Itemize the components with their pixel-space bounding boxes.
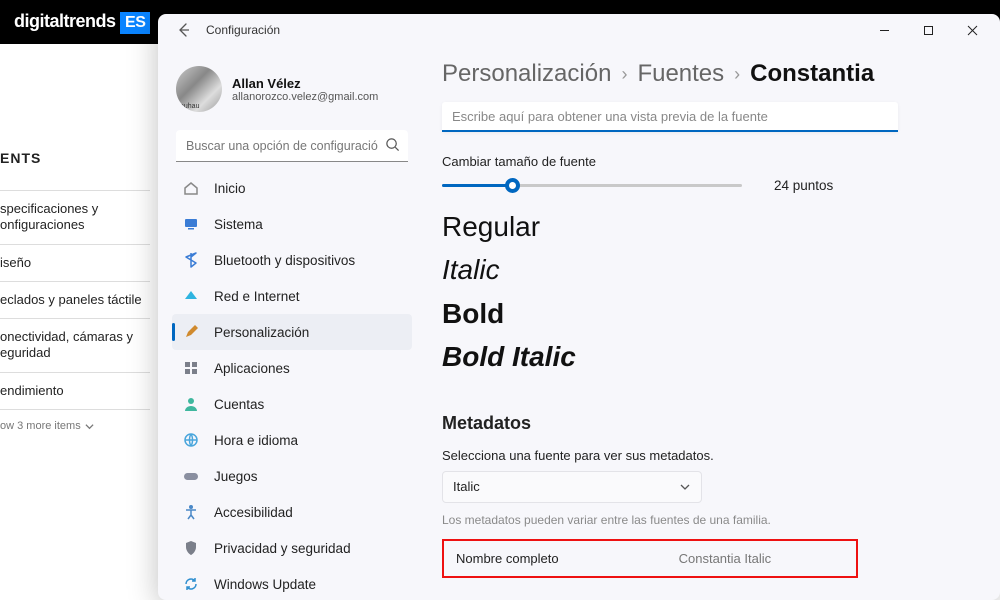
home-icon bbox=[182, 179, 200, 197]
sidebar-item-label: Red e Internet bbox=[214, 289, 300, 304]
sample-bold-italic: Bold Italic bbox=[442, 335, 974, 378]
breadcrumb-current: Constantia bbox=[750, 60, 874, 88]
font-size-label: Cambiar tamaño de fuente bbox=[442, 154, 974, 169]
font-preview-input[interactable] bbox=[442, 102, 898, 132]
search-input[interactable] bbox=[176, 130, 408, 162]
bg-aside-item[interactable]: eclados y paneles táctile bbox=[0, 281, 150, 318]
sidebar-item-label: Privacidad y seguridad bbox=[214, 541, 351, 556]
breadcrumb-personalization[interactable]: Personalización bbox=[442, 60, 611, 88]
select-value: Italic bbox=[453, 479, 480, 494]
sidebar-item-game[interactable]: Juegos bbox=[172, 458, 412, 494]
bg-more-text: ow 3 more items bbox=[0, 420, 81, 434]
sidebar-item-label: Inicio bbox=[214, 181, 246, 196]
font-size-value: 24 puntos bbox=[774, 178, 833, 193]
slider-fill bbox=[442, 184, 508, 187]
chevron-right-icon: › bbox=[734, 64, 740, 85]
titlebar: Configuración bbox=[158, 14, 1000, 46]
person-icon bbox=[182, 395, 200, 413]
back-button[interactable] bbox=[172, 18, 196, 42]
sidebar-item-home[interactable]: Inicio bbox=[172, 170, 412, 206]
bg-aside-item[interactable]: onectividad, cámaras y eguridad bbox=[0, 318, 150, 372]
update-icon bbox=[182, 575, 200, 593]
game-icon bbox=[182, 467, 200, 485]
globe-icon bbox=[182, 431, 200, 449]
search-icon bbox=[385, 137, 400, 152]
arrow-left-icon bbox=[176, 22, 192, 38]
sidebar-item-update[interactable]: Windows Update bbox=[172, 566, 412, 600]
sample-regular: Regular bbox=[442, 205, 974, 248]
minimize-button[interactable] bbox=[862, 14, 906, 46]
slider-thumb[interactable] bbox=[505, 178, 520, 193]
metadata-face-select[interactable]: Italic bbox=[442, 471, 702, 503]
sidebar-item-shield[interactable]: Privacidad y seguridad bbox=[172, 530, 412, 566]
close-button[interactable] bbox=[950, 14, 994, 46]
bg-aside-header: ENTS bbox=[0, 144, 150, 190]
bg-logo-badge: ES bbox=[120, 12, 150, 34]
settings-window: Configuración Allan Vélez allanorozco.ve… bbox=[158, 14, 1000, 600]
metadata-fullname-row: Nombre completo Constantia Italic bbox=[442, 539, 858, 578]
profile-block[interactable]: Allan Vélez allanorozco.velez@gmail.com bbox=[172, 56, 412, 130]
minimize-icon bbox=[879, 25, 890, 36]
metadata-heading: Metadatos bbox=[442, 413, 974, 434]
close-icon bbox=[967, 25, 978, 36]
sidebar-item-brush[interactable]: Personalización bbox=[172, 314, 412, 350]
chevron-down-icon bbox=[85, 422, 94, 431]
profile-name: Allan Vélez bbox=[232, 76, 378, 91]
metadata-prompt: Selecciona una fuente para ver sus metad… bbox=[442, 448, 974, 463]
system-icon bbox=[182, 215, 200, 233]
sidebar-item-person[interactable]: Cuentas bbox=[172, 386, 412, 422]
sidebar: Allan Vélez allanorozco.velez@gmail.com … bbox=[158, 46, 416, 600]
bg-logo-text: digitaltrends bbox=[14, 11, 116, 31]
metadata-key: Nombre completo bbox=[456, 551, 559, 566]
sidebar-item-bluetooth[interactable]: Bluetooth y dispositivos bbox=[172, 242, 412, 278]
bg-aside: ENTS specificaciones y onfiguraciones is… bbox=[0, 144, 150, 444]
bg-logo: digitaltrends ES bbox=[14, 11, 150, 34]
maximize-button[interactable] bbox=[906, 14, 950, 46]
bluetooth-icon bbox=[182, 251, 200, 269]
wifi-icon bbox=[182, 287, 200, 305]
bg-aside-item[interactable]: endimiento bbox=[0, 372, 150, 409]
sidebar-item-label: Windows Update bbox=[214, 577, 316, 592]
breadcrumb-fonts[interactable]: Fuentes bbox=[637, 60, 724, 88]
sidebar-item-label: Personalización bbox=[214, 325, 309, 340]
sidebar-item-label: Accesibilidad bbox=[214, 505, 293, 520]
chevron-down-icon bbox=[679, 481, 691, 493]
sidebar-item-label: Aplicaciones bbox=[214, 361, 290, 376]
sidebar-item-apps[interactable]: Aplicaciones bbox=[172, 350, 412, 386]
sidebar-item-label: Cuentas bbox=[214, 397, 264, 412]
window-title: Configuración bbox=[206, 23, 280, 37]
sidebar-item-access[interactable]: Accesibilidad bbox=[172, 494, 412, 530]
search-box[interactable] bbox=[176, 130, 408, 162]
apps-icon bbox=[182, 359, 200, 377]
access-icon bbox=[182, 503, 200, 521]
bg-aside-item[interactable]: specificaciones y onfiguraciones bbox=[0, 190, 150, 244]
breadcrumb: Personalización › Fuentes › Constantia bbox=[442, 60, 974, 88]
chevron-right-icon: › bbox=[621, 64, 627, 85]
profile-email: allanorozco.velez@gmail.com bbox=[232, 91, 378, 103]
metadata-value: Constantia Italic bbox=[679, 551, 772, 566]
avatar bbox=[176, 66, 222, 112]
maximize-icon bbox=[923, 25, 934, 36]
main-content: Personalización › Fuentes › Constantia C… bbox=[416, 46, 1000, 600]
sidebar-item-system[interactable]: Sistema bbox=[172, 206, 412, 242]
font-style-samples: Regular Italic Bold Bold Italic bbox=[442, 205, 974, 379]
bg-more-link[interactable]: ow 3 more items bbox=[0, 409, 150, 444]
sidebar-item-label: Sistema bbox=[214, 217, 263, 232]
sample-bold: Bold bbox=[442, 292, 974, 335]
font-size-slider[interactable] bbox=[442, 175, 742, 195]
sidebar-item-label: Hora e idioma bbox=[214, 433, 298, 448]
sidebar-item-wifi[interactable]: Red e Internet bbox=[172, 278, 412, 314]
shield-icon bbox=[182, 539, 200, 557]
sidebar-item-label: Juegos bbox=[214, 469, 258, 484]
sample-italic: Italic bbox=[442, 248, 974, 291]
bg-aside-item[interactable]: iseño bbox=[0, 244, 150, 281]
sidebar-nav: Inicio Sistema Bluetooth y dispositivos Red… bbox=[172, 170, 412, 600]
metadata-note: Los metadatos pueden variar entre las fu… bbox=[442, 513, 974, 527]
brush-icon bbox=[182, 323, 200, 341]
sidebar-item-label: Bluetooth y dispositivos bbox=[214, 253, 355, 268]
sidebar-item-globe[interactable]: Hora e idioma bbox=[172, 422, 412, 458]
